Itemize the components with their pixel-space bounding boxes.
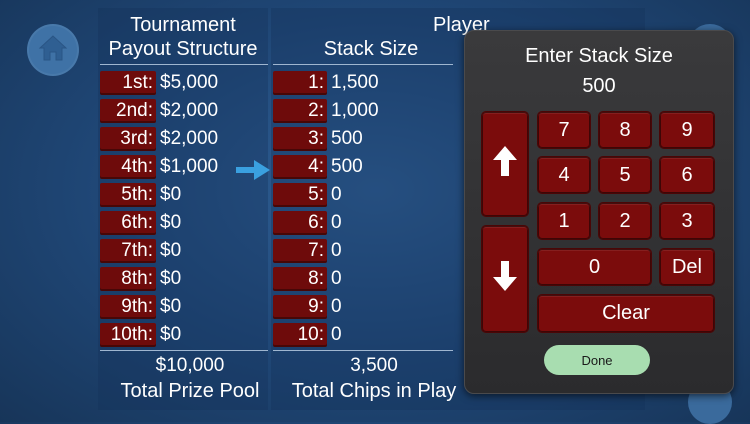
delete-button[interactable]: Del xyxy=(659,248,715,286)
player-badge[interactable]: 4: xyxy=(273,155,327,179)
player-badge[interactable]: 5: xyxy=(273,183,327,207)
payout-amount[interactable]: $0 xyxy=(156,296,181,318)
stack-size-keypad: Enter Stack Size 500 7 8 9 4 5 6 1 2 3 0… xyxy=(464,30,734,394)
keypad-title: Enter Stack Size xyxy=(525,45,673,67)
stack-value[interactable]: 0 xyxy=(327,268,342,290)
payout-row: 8th: $0 xyxy=(100,265,181,293)
stack-value[interactable]: 1,000 xyxy=(327,100,379,122)
key-1[interactable]: 1 xyxy=(537,202,591,240)
key-8[interactable]: 8 xyxy=(598,111,652,149)
stack-value[interactable]: 0 xyxy=(327,324,342,346)
stack-row: 8: 0 xyxy=(273,265,342,293)
payout-amount[interactable]: $5,000 xyxy=(156,72,218,94)
stack-value[interactable]: 500 xyxy=(327,156,363,178)
stack-row: 6: 0 xyxy=(273,209,342,237)
key-7[interactable]: 7 xyxy=(537,111,591,149)
stack-value[interactable]: 0 xyxy=(327,212,342,234)
stack-value[interactable]: 0 xyxy=(327,184,342,206)
home-button[interactable] xyxy=(27,24,79,76)
arrow-down-icon xyxy=(491,259,519,299)
payout-amount[interactable]: $0 xyxy=(156,324,181,346)
payout-row: 7th: $0 xyxy=(100,237,181,265)
key-6[interactable]: 6 xyxy=(659,156,715,194)
arrow-right-icon xyxy=(236,158,270,182)
stack-row: 7: 0 xyxy=(273,237,342,265)
payout-header-rule xyxy=(100,64,268,65)
total-prize-label: Total Prize Pool xyxy=(120,380,260,402)
player-badge[interactable]: 9: xyxy=(273,295,327,319)
total-prize-value: $10,000 xyxy=(155,355,225,376)
place-badge[interactable]: 7th: xyxy=(100,239,156,263)
stack-header-line2: Stack Size xyxy=(323,38,419,60)
place-badge[interactable]: 5th: xyxy=(100,183,156,207)
player-badge[interactable]: 8: xyxy=(273,267,327,291)
stack-row: 4: 500 xyxy=(273,153,363,181)
stack-value[interactable]: 0 xyxy=(327,240,342,262)
up-button[interactable] xyxy=(481,111,529,217)
stack-row: 1: 1,500 xyxy=(273,69,379,97)
total-chips-label: Total Chips in Play xyxy=(291,380,457,402)
player-badge[interactable]: 7: xyxy=(273,239,327,263)
home-icon xyxy=(38,34,68,66)
payout-amount[interactable]: $2,000 xyxy=(156,100,218,122)
player-badge[interactable]: 2: xyxy=(273,99,327,123)
stack-header-rule xyxy=(273,64,453,65)
player-badge[interactable]: 6: xyxy=(273,211,327,235)
payout-row: 4th: $1,000 xyxy=(100,153,218,181)
stack-value[interactable]: 1,500 xyxy=(327,72,379,94)
player-badge[interactable]: 3: xyxy=(273,127,327,151)
stack-row: 2: 1,000 xyxy=(273,97,379,125)
place-badge[interactable]: 8th: xyxy=(100,267,156,291)
payout-footer-rule xyxy=(100,350,268,351)
down-button[interactable] xyxy=(481,225,529,333)
payout-row: 5th: $0 xyxy=(100,181,181,209)
key-0[interactable]: 0 xyxy=(537,248,652,286)
place-badge[interactable]: 6th: xyxy=(100,211,156,235)
stack-row: 3: 500 xyxy=(273,125,363,153)
stack-footer-rule xyxy=(273,350,453,351)
player-badge[interactable]: 1: xyxy=(273,71,327,95)
place-badge[interactable]: 4th: xyxy=(100,155,156,179)
place-badge[interactable]: 10th: xyxy=(100,323,156,347)
key-4[interactable]: 4 xyxy=(537,156,591,194)
payout-amount[interactable]: $2,000 xyxy=(156,128,218,150)
place-badge[interactable]: 2nd: xyxy=(100,99,156,123)
key-2[interactable]: 2 xyxy=(598,202,652,240)
stack-row: 10: 0 xyxy=(273,321,342,349)
stack-row: 5: 0 xyxy=(273,181,342,209)
key-3[interactable]: 3 xyxy=(659,202,715,240)
done-button[interactable]: Done xyxy=(544,345,650,375)
payout-amount[interactable]: $0 xyxy=(156,212,181,234)
key-5[interactable]: 5 xyxy=(598,156,652,194)
arrow-up-icon xyxy=(491,144,519,184)
place-badge[interactable]: 3rd: xyxy=(100,127,156,151)
place-badge[interactable]: 9th: xyxy=(100,295,156,319)
keypad-value: 500 xyxy=(582,75,616,97)
payout-row: 2nd: $2,000 xyxy=(100,97,218,125)
clear-button[interactable]: Clear xyxy=(537,294,715,333)
total-chips-value: 3,500 xyxy=(350,355,398,376)
payout-amount[interactable]: $0 xyxy=(156,240,181,262)
payout-row: 10th: $0 xyxy=(100,321,181,349)
key-9[interactable]: 9 xyxy=(659,111,715,149)
player-badge[interactable]: 10: xyxy=(273,323,327,347)
place-badge[interactable]: 1st: xyxy=(100,71,156,95)
payout-header-line2: Payout Structure xyxy=(108,38,258,60)
payout-row: 3rd: $2,000 xyxy=(100,125,218,153)
payout-row: 6th: $0 xyxy=(100,209,181,237)
payout-amount[interactable]: $0 xyxy=(156,184,181,206)
payout-amount[interactable]: $1,000 xyxy=(156,156,218,178)
stack-value[interactable]: 0 xyxy=(327,296,342,318)
payout-row: 9th: $0 xyxy=(100,293,181,321)
stack-value[interactable]: 500 xyxy=(327,128,363,150)
payout-row: 1st: $5,000 xyxy=(100,69,218,97)
payout-amount[interactable]: $0 xyxy=(156,268,181,290)
stack-row: 9: 0 xyxy=(273,293,342,321)
payout-header-line1: Tournament xyxy=(130,14,236,36)
